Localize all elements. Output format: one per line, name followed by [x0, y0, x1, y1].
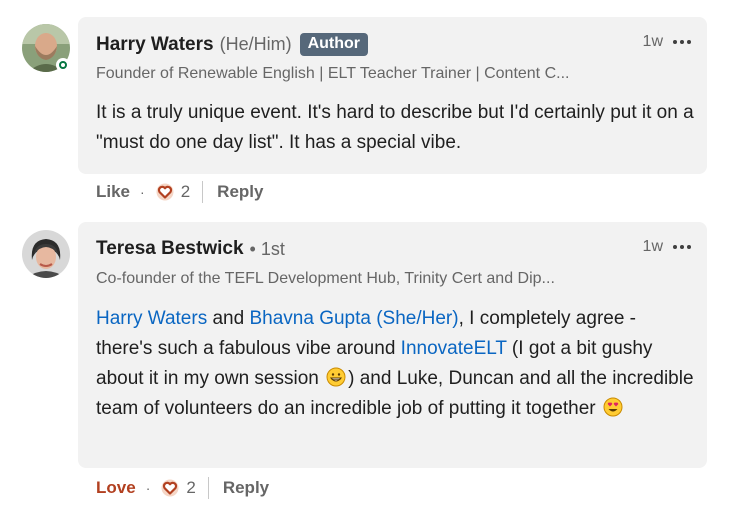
online-status-indicator	[56, 58, 70, 72]
connection-degree: • 1st	[250, 239, 285, 260]
comment-timestamp: 1w	[642, 238, 663, 255]
comment-timestamp: 1w	[642, 33, 663, 50]
comment-text: It is a truly unique event. It's hard to…	[96, 102, 694, 153]
grinning-face-emoji	[326, 367, 346, 387]
comment-bubble: Harry Waters (He/Him) Author Founder of …	[78, 17, 707, 174]
heart-eyes-emoji	[603, 397, 623, 417]
separator-dot: ·	[140, 184, 145, 200]
separator-dot: ·	[145, 480, 151, 496]
divider	[202, 181, 204, 203]
comment-actions: Love · 2 Reply	[96, 477, 269, 499]
like-button[interactable]: Like	[96, 182, 130, 202]
commenter-name[interactable]: Harry Waters	[96, 34, 214, 56]
commenter-headline: Co-founder of the TEFL Development Hub, …	[96, 270, 555, 287]
company-link[interactable]: InnovateELT	[401, 338, 507, 359]
reaction-count[interactable]: 2	[186, 478, 195, 498]
more-options-icon[interactable]	[671, 36, 693, 48]
commenter-headline: Founder of Renewable English | ELT Teach…	[96, 65, 570, 82]
heart-reaction-icon[interactable]	[155, 182, 175, 202]
divider	[207, 477, 209, 499]
author-badge: Author	[299, 33, 369, 56]
avatar[interactable]	[22, 230, 70, 278]
comment-bubble: Teresa Bestwick • 1st Co-founder of the T…	[78, 222, 707, 468]
mention-link[interactable]: Bhavna Gupta (She/Her)	[249, 308, 458, 329]
commenter-pronouns: (He/Him)	[219, 34, 292, 54]
reaction-count[interactable]: 2	[181, 182, 190, 202]
reply-button[interactable]: Reply	[217, 182, 263, 202]
comment-text: Harry Waters and Bhavna Gupta (She/Her),…	[96, 304, 694, 424]
commenter-name[interactable]: Teresa Bestwick	[96, 238, 244, 260]
comment-actions: Like · 2 Reply	[96, 181, 263, 203]
heart-reaction-icon[interactable]	[160, 478, 180, 498]
reply-button[interactable]: Reply	[223, 478, 269, 498]
degree-label: 1st	[260, 238, 285, 259]
degree-dot: •	[249, 238, 256, 259]
text-segment: and	[207, 308, 250, 329]
love-button[interactable]: Love	[96, 478, 136, 498]
more-options-icon[interactable]	[671, 241, 693, 253]
mention-link[interactable]: Harry Waters	[96, 308, 207, 329]
